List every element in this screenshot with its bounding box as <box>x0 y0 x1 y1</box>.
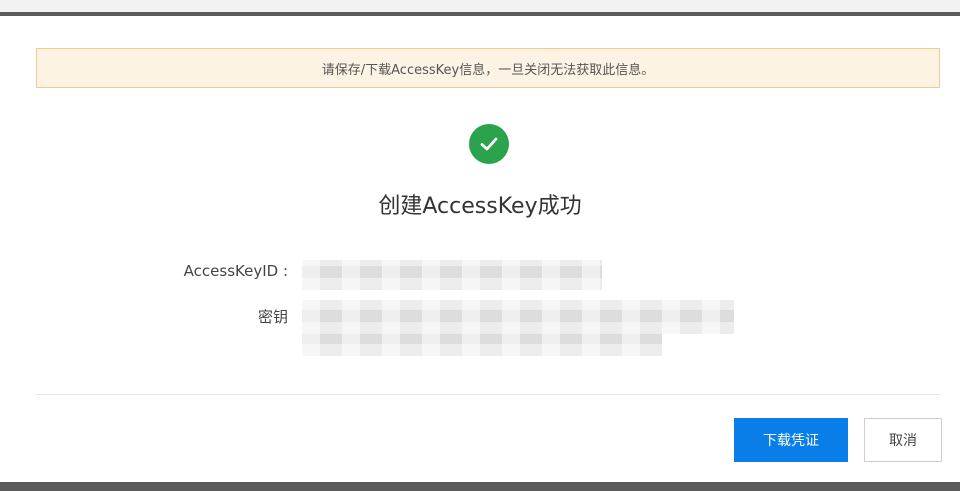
check-icon <box>480 137 498 151</box>
warning-notice: 请保存/下载AccessKey信息，一旦关闭无法获取此信息。 <box>36 48 940 88</box>
window-top-border <box>0 0 960 16</box>
result-title: 创建AccessKey成功 <box>378 194 582 219</box>
cancel-button[interactable]: 取消 <box>864 418 942 462</box>
secret-label: 密钥 <box>257 308 288 326</box>
footer-divider <box>36 394 940 395</box>
access-key-id-label: AccessKeyID : <box>183 262 288 280</box>
secret-value-masked <box>302 300 734 334</box>
success-check-icon <box>469 124 509 164</box>
download-credentials-button[interactable]: 下载凭证 <box>734 418 848 462</box>
window-bottom-strip <box>0 482 960 491</box>
warning-notice-text: 请保存/下载AccessKey信息，一旦关闭无法获取此信息。 <box>321 62 655 78</box>
access-key-id-value-masked <box>302 260 602 290</box>
secret-value-masked-line2 <box>302 334 662 356</box>
create-accesskey-dialog: 请保存/下载AccessKey信息，一旦关闭无法获取此信息。 创建AccessK… <box>0 16 960 482</box>
